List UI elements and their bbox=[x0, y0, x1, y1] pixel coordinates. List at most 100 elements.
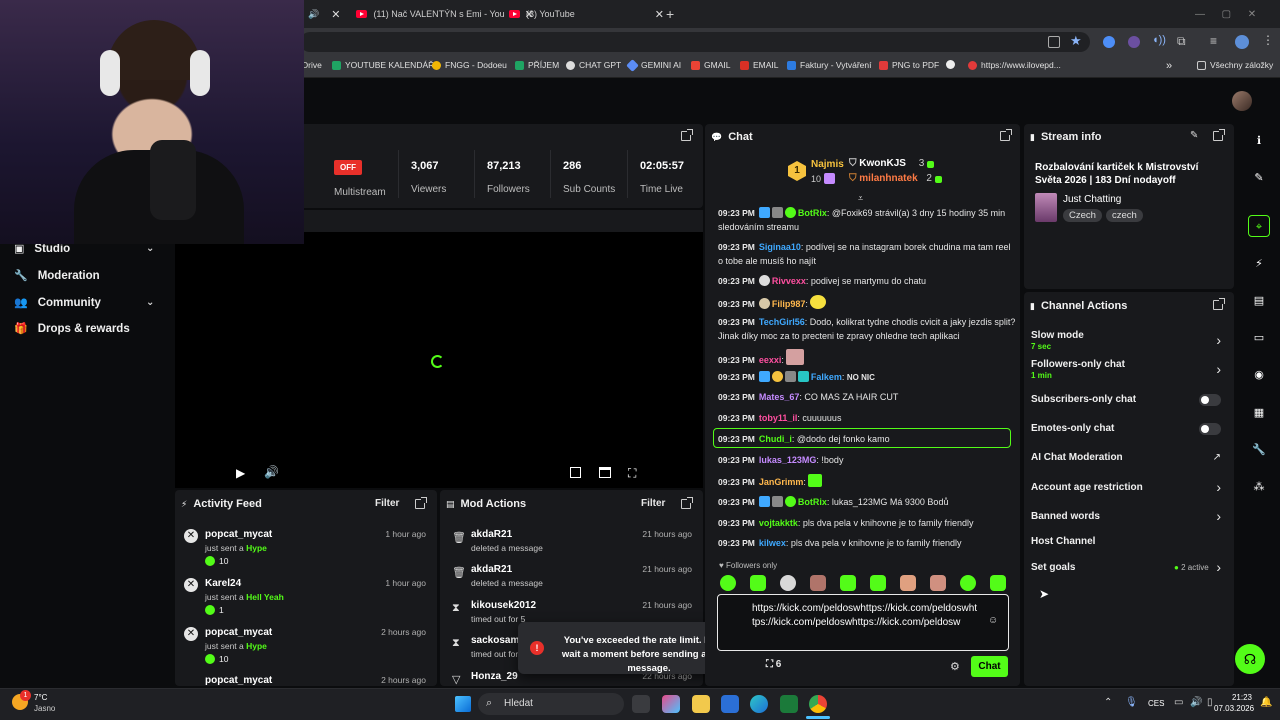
mod-username[interactable]: kikousek2012 bbox=[471, 600, 536, 611]
extension-icon[interactable] bbox=[1103, 36, 1115, 48]
feed-username[interactable]: Karel24 bbox=[205, 578, 241, 589]
document-icon[interactable]: ▤ bbox=[1248, 290, 1270, 312]
slow-mode-row[interactable]: Slow mode 7 sec › bbox=[1031, 330, 1227, 351]
broadcast-icon[interactable]: ◉ bbox=[1248, 364, 1270, 386]
wrench-icon[interactable]: 🔧 bbox=[1248, 439, 1270, 461]
bookmark-s[interactable] bbox=[946, 60, 955, 69]
points-display[interactable]: ⛶ 6 bbox=[766, 659, 781, 670]
feed-username[interactable]: popcat_mycat bbox=[205, 529, 272, 540]
expand-icon[interactable] bbox=[415, 497, 427, 509]
task-view-icon[interactable] bbox=[632, 695, 650, 713]
expand-icon[interactable] bbox=[681, 497, 693, 509]
message-username[interactable]: BotRix bbox=[798, 497, 827, 507]
sidebar-item-community[interactable]: 👥 Community ⌄ bbox=[14, 296, 154, 310]
store-icon[interactable] bbox=[721, 695, 739, 713]
microphone-icon[interactable]: 🎙 bbox=[1125, 697, 1138, 708]
chat-settings-icon[interactable]: ⚙ bbox=[950, 660, 960, 673]
battery-icon[interactable]: ▯ bbox=[1207, 697, 1213, 708]
menu-dots-icon[interactable]: ⋮ bbox=[1262, 33, 1274, 47]
tab-youtube[interactable]: (3) YouTube ✕ bbox=[509, 4, 664, 24]
volume-icon[interactable]: 🔊 bbox=[264, 465, 279, 479]
tag[interactable]: czech bbox=[1106, 209, 1143, 222]
fullscreen-icon[interactable]: ⛶ bbox=[628, 466, 636, 481]
nodes-icon[interactable]: ⁂ bbox=[1248, 476, 1270, 498]
theater-icon[interactable] bbox=[599, 467, 611, 478]
message-username[interactable]: lukas_123MG bbox=[759, 455, 817, 465]
bookmark-png-pdf[interactable]: PNG to PDF bbox=[879, 60, 939, 70]
translate-icon[interactable] bbox=[1048, 36, 1060, 48]
message-username[interactable]: BotRix bbox=[798, 208, 827, 218]
emote-icon[interactable] bbox=[780, 575, 796, 591]
bookmarks-more[interactable]: » bbox=[1166, 60, 1172, 72]
message-username[interactable]: Chudi_i bbox=[759, 434, 792, 444]
close-icon[interactable]: ✕ bbox=[331, 8, 340, 21]
clock-time[interactable]: 21:23 bbox=[1230, 693, 1252, 702]
bookmark-gemini[interactable]: GEMINI AI bbox=[626, 58, 681, 72]
language-indicator[interactable]: CES bbox=[1148, 699, 1164, 708]
mod-username[interactable]: akdaR21 bbox=[471, 529, 512, 540]
bookmark-drive[interactable]: Drive bbox=[302, 60, 322, 70]
media-icon[interactable]: ≡ bbox=[1210, 34, 1217, 48]
profile-icon[interactable] bbox=[1235, 35, 1249, 49]
message-username[interactable]: kilwex bbox=[759, 538, 786, 548]
pip-icon[interactable] bbox=[570, 467, 581, 478]
collapse-leaderboard-icon[interactable]: ⩡ bbox=[858, 193, 863, 204]
chat-input[interactable]: https://kick.com/peldoswhttps://kick.com… bbox=[717, 594, 1009, 651]
mod-username[interactable]: akdaR21 bbox=[471, 564, 512, 575]
expand-icon[interactable] bbox=[1000, 129, 1012, 141]
bookmark-fngg[interactable]: FNGG - Dodoeu bbox=[432, 60, 507, 70]
emote-icon[interactable] bbox=[900, 575, 916, 591]
emote-icon[interactable] bbox=[990, 575, 1006, 591]
volume-icon[interactable]: 🔊 bbox=[1190, 697, 1202, 708]
avatar[interactable] bbox=[1232, 91, 1252, 111]
network-icon[interactable]: ▭ bbox=[1174, 697, 1183, 708]
leader-second[interactable]: ⛉ KwonKJS 3 bbox=[849, 158, 936, 169]
edge-icon[interactable] bbox=[750, 695, 768, 713]
multistream-status-badge[interactable]: OFF bbox=[334, 160, 362, 175]
emote-icon[interactable] bbox=[930, 575, 946, 591]
filter-button[interactable]: Filter bbox=[375, 498, 399, 509]
new-tab-button[interactable]: + bbox=[666, 4, 674, 24]
taskbar-search[interactable]: ⌕ Hledat bbox=[478, 693, 624, 715]
emote-icon[interactable] bbox=[960, 575, 976, 591]
tray-overflow-icon[interactable]: ⌃ bbox=[1104, 697, 1112, 708]
lightning-icon[interactable]: ⚡ bbox=[1248, 253, 1270, 275]
weather-temp[interactable]: 7°C bbox=[34, 693, 47, 702]
emotes-only-toggle[interactable] bbox=[1199, 423, 1221, 435]
clock-date[interactable]: 07.03.2026 bbox=[1214, 704, 1254, 713]
audio-icon[interactable]: ◖)) bbox=[1152, 34, 1166, 46]
tag[interactable]: Czech bbox=[1063, 209, 1102, 222]
bookmark-faktury[interactable]: Faktury - Vytváření bbox=[787, 60, 871, 70]
emote-icon[interactable] bbox=[750, 575, 766, 591]
bookmark-chatgpt[interactable]: CHAT GPT bbox=[566, 60, 621, 70]
bookmark-gmail[interactable]: GMAIL bbox=[691, 60, 730, 70]
emoji-picker-icon[interactable]: ☺ bbox=[988, 615, 998, 626]
sidebar-item-drops[interactable]: 🎁 Drops & rewards bbox=[14, 322, 130, 336]
leader-first-name[interactable]: Najmis bbox=[811, 159, 844, 170]
star-icon[interactable]: ★ bbox=[1070, 33, 1082, 49]
subscribers-only-toggle[interactable] bbox=[1199, 394, 1221, 406]
play-icon[interactable]: ▶ bbox=[236, 466, 245, 480]
weather-desc[interactable]: Jasno bbox=[34, 704, 55, 713]
bookmark-prijem[interactable]: PŘÍJEM bbox=[515, 60, 559, 70]
emote-icon[interactable] bbox=[840, 575, 856, 591]
category-name[interactable]: Just Chatting bbox=[1063, 194, 1121, 205]
puzzle-icon[interactable]: ⧉ bbox=[1177, 34, 1186, 49]
message-username[interactable]: Mates_67 bbox=[759, 392, 800, 402]
notifications-bell-icon[interactable]: 🔔 bbox=[1260, 697, 1272, 708]
message-username[interactable]: Rivvexx bbox=[772, 276, 806, 286]
message-icon[interactable]: ▭ bbox=[1248, 327, 1270, 349]
edit-icon[interactable]: ✎ bbox=[1248, 167, 1270, 189]
feed-username[interactable]: popcat_mycat bbox=[205, 675, 272, 685]
sidebar-item-moderation[interactable]: 🔧 Moderation bbox=[14, 269, 100, 283]
chrome-icon[interactable] bbox=[809, 695, 827, 713]
expand-icon[interactable] bbox=[1213, 129, 1225, 141]
bookmark-ilovepdf[interactable]: https://www.ilovepd... bbox=[968, 60, 1061, 70]
file-explorer-icon[interactable] bbox=[692, 695, 710, 713]
filter-button[interactable]: Filter bbox=[641, 498, 665, 509]
emote-icon[interactable] bbox=[870, 575, 886, 591]
expand-icon[interactable] bbox=[681, 129, 693, 141]
support-headset-icon[interactable]: ☊ bbox=[1235, 644, 1265, 674]
all-bookmarks[interactable]: Všechny záložky bbox=[1197, 60, 1273, 70]
message-username[interactable]: Siginaa10 bbox=[759, 242, 801, 252]
